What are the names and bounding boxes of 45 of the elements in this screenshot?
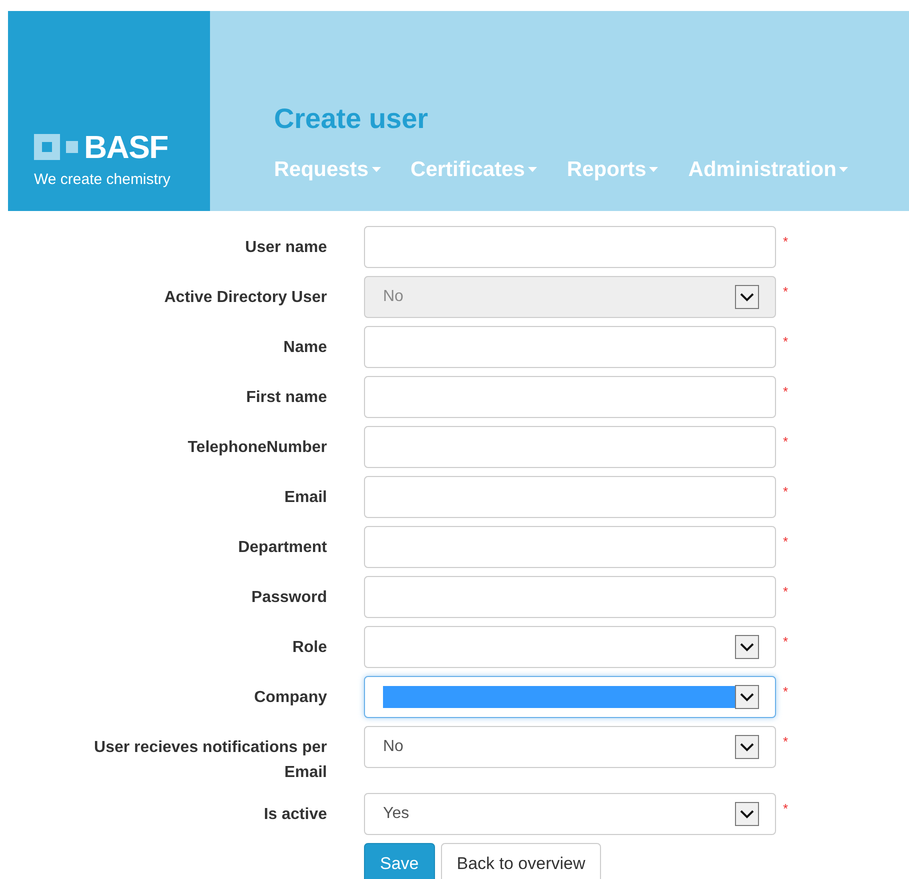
field-label: Is active (262, 805, 327, 825)
caret-icon (372, 166, 381, 172)
logo-squares-icon (34, 134, 78, 160)
text-field[interactable] (364, 526, 776, 568)
field-label: TelephoneNumber (186, 438, 327, 458)
back-button[interactable]: Back to overview (440, 843, 602, 879)
text-field[interactable] (364, 376, 776, 418)
field-label: Role (291, 638, 327, 658)
logo-wordmark: BASF (84, 130, 168, 162)
field-label: User name (244, 238, 327, 258)
field-label: Company (253, 688, 327, 708)
save-button[interactable]: Save (364, 843, 435, 879)
required-asterisk: * (783, 233, 788, 251)
required-asterisk: * (783, 683, 788, 701)
required-asterisk: * (783, 633, 788, 651)
logo-tagline: We create chemistry (34, 170, 172, 190)
page-title: Create user (274, 102, 430, 136)
text-field[interactable] (364, 226, 776, 268)
text-field[interactable] (364, 426, 776, 468)
dropdown-field[interactable] (364, 626, 776, 668)
dropdown-field[interactable]: No (364, 726, 776, 768)
required-asterisk: * (783, 800, 788, 818)
required-asterisk: * (783, 333, 788, 351)
text-field[interactable] (364, 576, 776, 618)
required-asterisk: * (783, 283, 788, 301)
dropdown-field[interactable]: Yes (364, 793, 776, 835)
required-asterisk: * (783, 433, 788, 451)
text-field[interactable] (364, 326, 776, 368)
field-label: Name (282, 338, 327, 358)
caret-icon (649, 166, 658, 172)
field-label: User recieves notifications per Email (93, 738, 327, 783)
dropdown-field[interactable] (364, 676, 776, 718)
required-asterisk: * (783, 383, 788, 401)
required-asterisk: * (783, 483, 788, 501)
field-label: Department (237, 538, 327, 558)
caret-icon (839, 166, 848, 172)
field-label: Password (250, 588, 327, 608)
required-asterisk: * (783, 733, 788, 751)
field-label: Active Directory User (163, 288, 327, 308)
required-asterisk: * (783, 533, 788, 551)
text-field[interactable] (364, 476, 776, 518)
required-asterisk: * (783, 583, 788, 601)
field-label: Email (283, 488, 327, 508)
field-label: First name (245, 388, 327, 408)
caret-icon (528, 166, 537, 172)
